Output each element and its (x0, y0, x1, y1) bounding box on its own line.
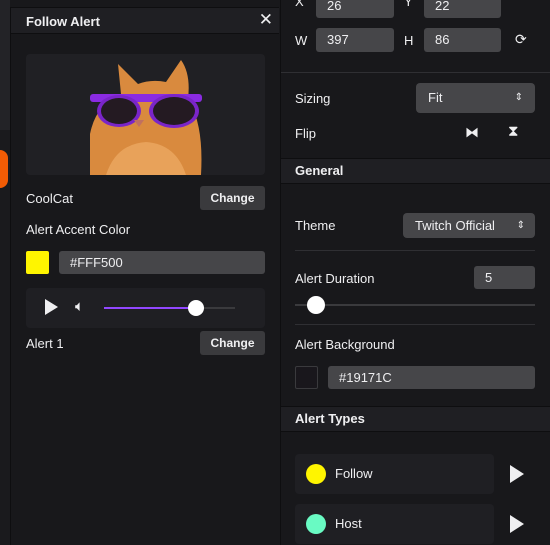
duration-input[interactable]: 5 (474, 266, 535, 289)
accent-color-swatch[interactable] (26, 251, 49, 274)
duration-slider-handle[interactable] (307, 296, 325, 314)
width-input[interactable]: 397 (316, 28, 394, 52)
accent-color-input[interactable]: #FFF500 (59, 251, 265, 274)
theme-label: Theme (295, 218, 336, 233)
play-host-icon[interactable] (510, 515, 524, 533)
color-dot (306, 464, 326, 484)
divider (295, 250, 535, 251)
height-input[interactable]: 86 (424, 28, 501, 52)
background-color-swatch[interactable] (295, 366, 318, 389)
sizing-value: Fit (428, 90, 443, 105)
change-sound-button[interactable]: Change (200, 331, 265, 355)
sizing-label: Sizing (295, 91, 331, 106)
change-image-button[interactable]: Change (200, 186, 265, 210)
sound-player: 🔈︎ (26, 288, 265, 328)
h-label: H (404, 33, 414, 48)
panel-title: Follow Alert (26, 14, 100, 29)
properties-panel: X 26 Y 22 W 397 H 86 ⟳ Sizing Fit ⇕ Flip … (280, 0, 550, 545)
background-color-input[interactable]: #19171C (328, 366, 535, 389)
background-canvas (0, 0, 10, 545)
close-icon[interactable]: ✕ (259, 10, 273, 30)
flip-label: Flip (295, 126, 316, 141)
divider (281, 72, 550, 73)
panel-header: Follow Alert ✕ (11, 7, 279, 34)
duration-slider[interactable] (295, 296, 535, 314)
volume-slider[interactable] (104, 300, 235, 316)
chevron-updown-icon: ⇕ (516, 220, 525, 231)
x-input[interactable]: 26 (316, 0, 394, 18)
section-alert-types: Alert Types (281, 406, 550, 432)
canvas-element (0, 150, 8, 188)
y-label: Y (404, 0, 413, 9)
play-icon[interactable] (45, 299, 58, 315)
image-name: CoolCat (26, 191, 73, 206)
sizing-select[interactable]: Fit ⇕ (416, 83, 535, 113)
alert-image-preview (26, 54, 265, 175)
y-input[interactable]: 22 (424, 0, 501, 18)
chevron-updown-icon: ⇕ (514, 92, 523, 103)
follow-alert-panel: Follow Alert ✕ CoolCat Change Alert Acce… (10, 7, 279, 545)
play-follow-icon[interactable] (510, 465, 524, 483)
alert-type-host[interactable]: Host (295, 504, 494, 544)
theme-select[interactable]: Twitch Official ⇕ (403, 213, 535, 238)
color-dot (306, 514, 326, 534)
volume-icon[interactable]: 🔈︎ (75, 298, 84, 315)
background-label: Alert Background (295, 337, 395, 352)
link-aspect-icon[interactable]: ⟳ (515, 31, 527, 48)
alert-type-label: Follow (335, 466, 373, 481)
volume-slider-handle[interactable] (187, 300, 204, 316)
alert-type-follow[interactable]: Follow (295, 454, 494, 494)
flip-vertical-icon[interactable]: ⧗ (508, 123, 519, 140)
w-label: W (295, 33, 308, 48)
divider (295, 324, 535, 325)
x-label: X (295, 0, 304, 9)
theme-value: Twitch Official (415, 218, 495, 233)
sound-name: Alert 1 (26, 336, 64, 351)
accent-color-label: Alert Accent Color (26, 222, 131, 237)
duration-label: Alert Duration (295, 271, 375, 286)
section-general: General (281, 158, 550, 184)
flip-horizontal-icon[interactable]: ⧓ (465, 124, 479, 141)
alert-type-label: Host (335, 516, 362, 531)
